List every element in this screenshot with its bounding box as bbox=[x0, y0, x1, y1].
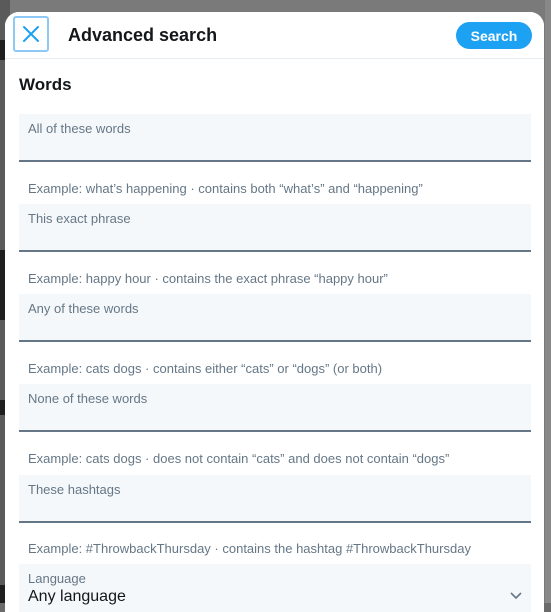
hashtags-hint: Example: #ThrowbackThursday · contains t… bbox=[28, 541, 471, 556]
language-select[interactable]: Language Any language bbox=[19, 564, 531, 612]
none-words-input[interactable] bbox=[28, 410, 518, 428]
chevron-down-icon bbox=[510, 592, 522, 600]
none-words-hint: Example: cats dogs · does not contain “c… bbox=[28, 451, 450, 466]
any-words-field[interactable]: Any of these words bbox=[19, 294, 531, 342]
any-words-label: Any of these words bbox=[28, 301, 139, 316]
modal-title: Advanced search bbox=[68, 25, 218, 45]
hashtags-field[interactable]: These hashtags bbox=[19, 475, 531, 523]
all-words-field[interactable]: All of these words bbox=[19, 114, 531, 162]
language-label: Language bbox=[28, 571, 86, 586]
any-words-hint: Example: cats dogs · contains either “ca… bbox=[28, 361, 383, 376]
any-words-input[interactable] bbox=[28, 320, 518, 338]
all-words-label: All of these words bbox=[28, 121, 131, 136]
close-icon bbox=[23, 26, 39, 42]
exact-phrase-input[interactable] bbox=[28, 230, 518, 248]
close-button[interactable] bbox=[13, 16, 49, 52]
all-words-hint: Example: what’s happening · contains bot… bbox=[28, 181, 423, 196]
exact-phrase-hint: Example: happy hour · contains the exact… bbox=[28, 271, 388, 286]
hashtags-input[interactable] bbox=[28, 501, 518, 519]
hashtags-label: These hashtags bbox=[28, 482, 121, 497]
exact-phrase-field[interactable]: This exact phrase bbox=[19, 204, 531, 252]
none-words-label: None of these words bbox=[28, 391, 148, 406]
none-words-field[interactable]: None of these words bbox=[19, 384, 531, 432]
advanced-search-modal: Advanced search Search Words All of thes… bbox=[5, 12, 544, 612]
search-button[interactable]: Search bbox=[456, 22, 532, 49]
modal-body: Words All of these words Example: what’s… bbox=[5, 59, 544, 612]
language-selected-value: Any language bbox=[28, 588, 126, 605]
background-page-right-edge bbox=[545, 0, 551, 603]
exact-phrase-label: This exact phrase bbox=[28, 211, 131, 226]
all-words-input[interactable] bbox=[28, 140, 518, 158]
modal-header: Advanced search Search bbox=[5, 12, 544, 59]
section-title-words: Words bbox=[19, 75, 72, 94]
